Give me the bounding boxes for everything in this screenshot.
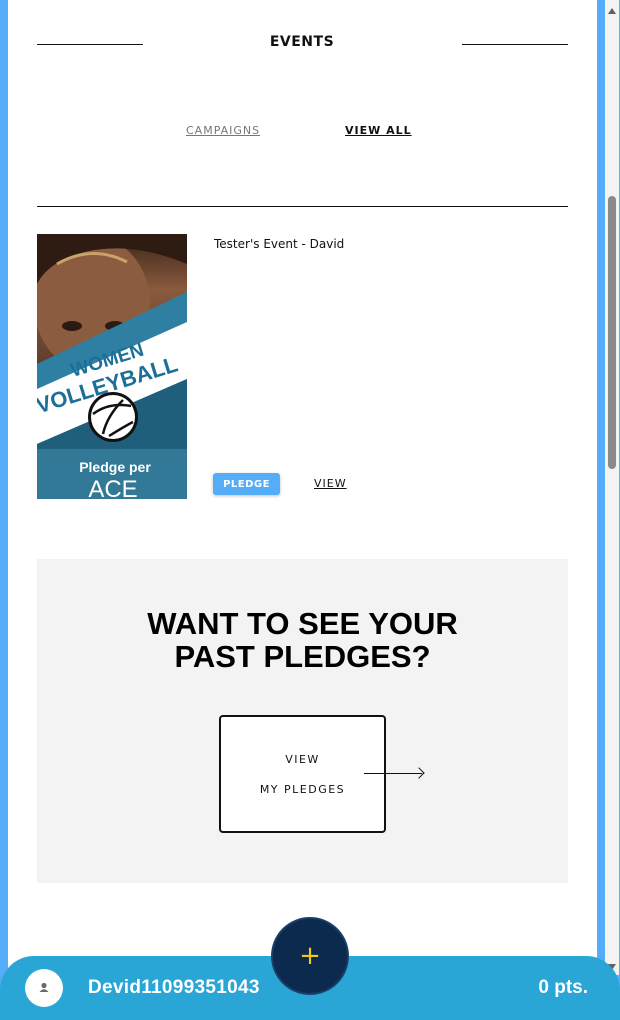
username: Devid11099351043 bbox=[88, 977, 260, 998]
pledge-button[interactable]: PLEDGE bbox=[213, 473, 280, 495]
user-icon bbox=[39, 982, 49, 992]
avatar[interactable] bbox=[25, 969, 63, 1007]
past-pledges-panel: WANT TO SEE YOUR PAST PLEDGES? VIEW MY P… bbox=[37, 559, 568, 883]
tab-view-all[interactable]: VIEW ALL bbox=[345, 124, 412, 137]
past-pledges-heading-line1: WANT TO SEE YOUR bbox=[147, 606, 458, 641]
volleyball-icon bbox=[88, 392, 138, 442]
past-pledges-heading: WANT TO SEE YOUR PAST PLEDGES? bbox=[37, 607, 568, 673]
event-poster-image[interactable]: WOMEN VOLLEYBALL Pledge per ACE bbox=[37, 234, 187, 499]
view-event-link[interactable]: VIEW bbox=[314, 477, 347, 490]
scroll-up-arrow-icon[interactable] bbox=[608, 8, 616, 14]
arrow-right-head-icon bbox=[413, 767, 425, 779]
view-my-pledges-label-line1: VIEW bbox=[285, 753, 320, 766]
header-divider-right bbox=[462, 44, 568, 45]
section-divider bbox=[37, 206, 568, 207]
past-pledges-heading-line2: PAST PLEDGES? bbox=[174, 639, 431, 674]
poster-text-ace: ACE bbox=[88, 476, 137, 499]
scrollbar-thumb[interactable] bbox=[608, 196, 616, 469]
add-action-button[interactable]: + bbox=[271, 917, 349, 995]
scrollbar-track[interactable] bbox=[605, 0, 619, 975]
view-my-pledges-label-line2: MY PLEDGES bbox=[259, 783, 346, 796]
event-title[interactable]: Tester's Event - David bbox=[214, 237, 344, 251]
tab-campaigns[interactable]: CAMPAIGNS bbox=[186, 124, 260, 137]
event-poster-graphic: WOMEN VOLLEYBALL Pledge per ACE bbox=[37, 234, 187, 499]
plus-icon: + bbox=[299, 941, 321, 971]
points-balance: 0 pts. bbox=[538, 977, 588, 998]
view-my-pledges-button[interactable]: VIEW MY PLEDGES bbox=[219, 715, 386, 833]
page-title: EVENTS bbox=[269, 34, 335, 50]
poster-text-pledge-per: Pledge per bbox=[79, 459, 151, 475]
